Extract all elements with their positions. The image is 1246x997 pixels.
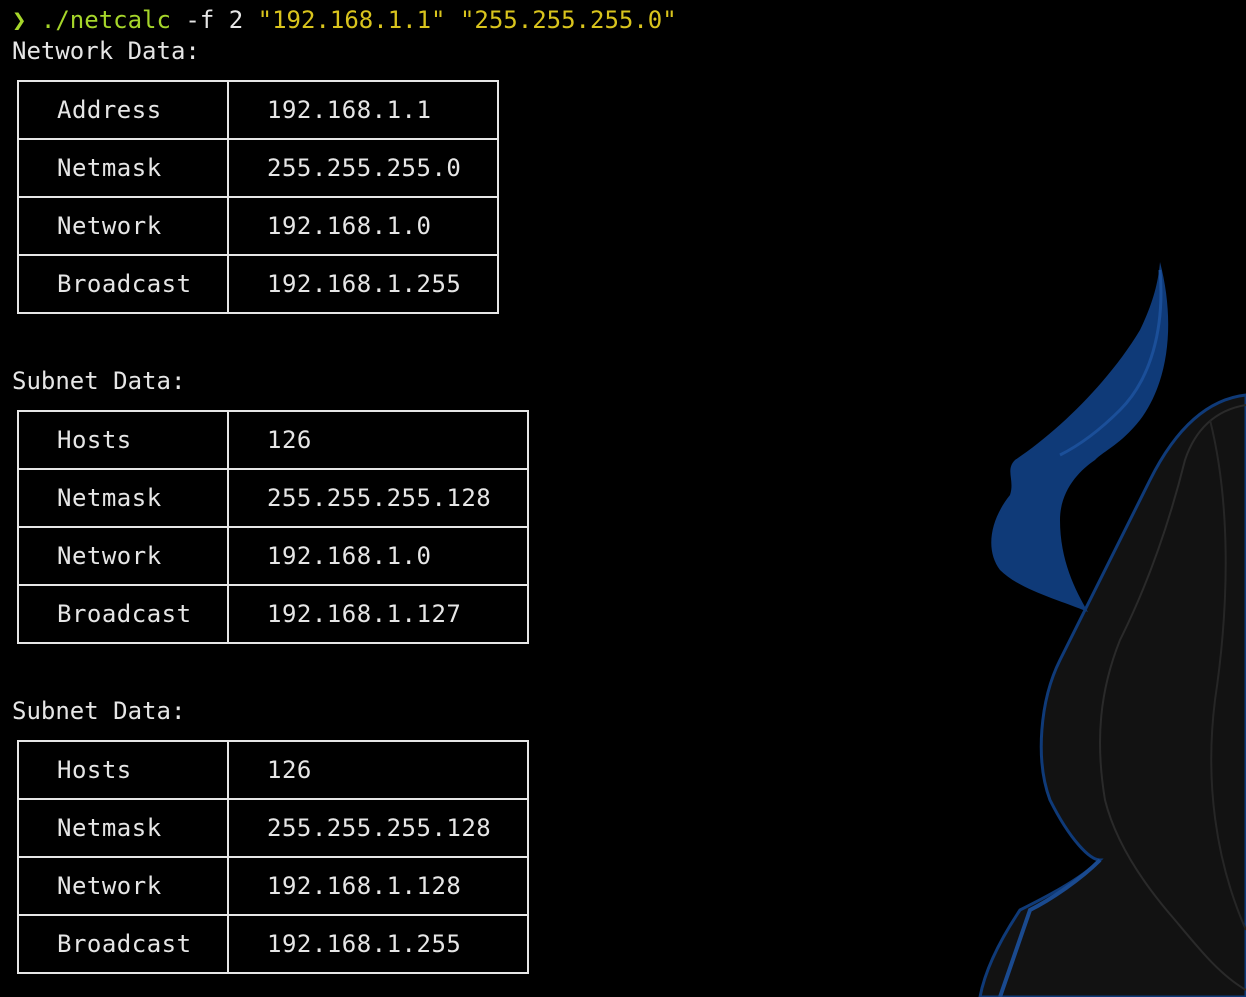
table-row: Netmask 255.255.255.0 — [17, 138, 499, 198]
subnet-data-label: Subnet Data: — [12, 697, 186, 725]
command-arg-netmask: "255.255.255.0" — [459, 6, 677, 34]
row-value: 192.168.1.1 — [227, 80, 499, 140]
row-key: Netmask — [17, 468, 229, 528]
table-row: Network 192.168.1.0 — [17, 526, 529, 586]
row-key: Broadcast — [17, 254, 229, 314]
table-row: Broadcast 192.168.1.255 — [17, 254, 499, 314]
row-key: Address — [17, 80, 229, 140]
row-value: 255.255.255.0 — [227, 138, 499, 198]
row-key: Broadcast — [17, 584, 229, 644]
row-value: 192.168.1.127 — [227, 584, 529, 644]
row-value: 255.255.255.128 — [227, 798, 529, 858]
row-value: 126 — [227, 410, 529, 470]
row-key: Broadcast — [17, 914, 229, 974]
row-value: 192.168.1.128 — [227, 856, 529, 916]
row-value: 126 — [227, 740, 529, 800]
subnet-data-table-2: Hosts 126 Netmask 255.255.255.128 Networ… — [17, 740, 529, 974]
row-value: 192.168.1.255 — [227, 254, 499, 314]
row-key: Netmask — [17, 138, 229, 198]
row-value: 192.168.1.0 — [227, 196, 499, 256]
row-key: Hosts — [17, 740, 229, 800]
row-key: Network — [17, 856, 229, 916]
table-row: Hosts 126 — [17, 740, 529, 800]
table-row: Network 192.168.1.128 — [17, 856, 529, 916]
table-row: Broadcast 192.168.1.127 — [17, 584, 529, 644]
terminal-window: ❯ ./netcalc -f 2 "192.168.1.1" "255.255.… — [0, 0, 1246, 997]
table-row: Broadcast 192.168.1.255 — [17, 914, 529, 974]
subnet-data-label: Subnet Data: — [12, 367, 186, 395]
network-data-table: Address 192.168.1.1 Netmask 255.255.255.… — [17, 80, 499, 314]
table-row: Netmask 255.255.255.128 — [17, 798, 529, 858]
table-row: Hosts 126 — [17, 410, 529, 470]
row-key: Hosts — [17, 410, 229, 470]
row-value: 192.168.1.255 — [227, 914, 529, 974]
row-key: Netmask — [17, 798, 229, 858]
command-flag: -f 2 — [170, 6, 258, 34]
row-key: Network — [17, 526, 229, 586]
table-row: Netmask 255.255.255.128 — [17, 468, 529, 528]
command-name: ./netcalc — [40, 6, 171, 34]
prompt-arrow-icon: ❯ — [12, 6, 27, 34]
table-row: Network 192.168.1.0 — [17, 196, 499, 256]
command-arg-address: "192.168.1.1" — [257, 6, 446, 34]
row-key: Network — [17, 196, 229, 256]
network-data-label: Network Data: — [12, 37, 200, 65]
subnet-data-table-1: Hosts 126 Netmask 255.255.255.128 Networ… — [17, 410, 529, 644]
table-row: Address 192.168.1.1 — [17, 80, 499, 140]
row-value: 255.255.255.128 — [227, 468, 529, 528]
command-prompt-line: ❯ ./netcalc -f 2 "192.168.1.1" "255.255.… — [12, 4, 677, 36]
row-value: 192.168.1.0 — [227, 526, 529, 586]
